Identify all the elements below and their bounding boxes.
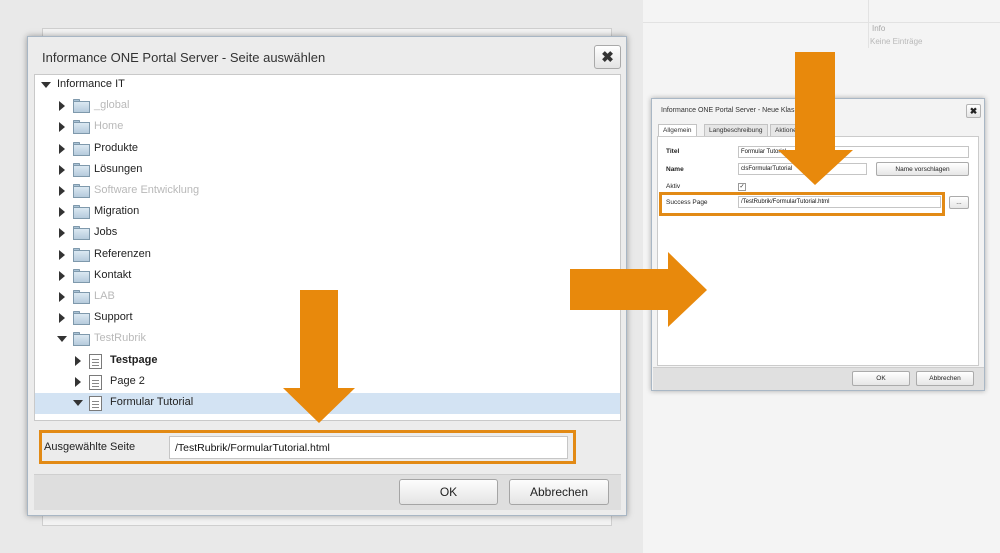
expand-arrow-icon[interactable] bbox=[59, 143, 65, 154]
aktiv-checkbox[interactable]: ✓ bbox=[738, 183, 746, 191]
grid-divider bbox=[868, 0, 869, 48]
expand-arrow-icon[interactable] bbox=[59, 249, 65, 260]
close-icon: ✖ bbox=[601, 49, 614, 66]
close-button[interactable]: ✖ bbox=[594, 45, 621, 69]
dialog-title: Informance ONE Portal Server - Seite aus… bbox=[42, 50, 326, 65]
tree-item-label: TestRubrik bbox=[94, 332, 146, 345]
empty-list-message: Keine Einträge bbox=[870, 37, 923, 46]
folder-icon bbox=[73, 184, 90, 198]
tree-item-label: Lösungen bbox=[94, 162, 143, 175]
expand-arrow-icon[interactable] bbox=[59, 270, 65, 281]
browse-button[interactable]: ... bbox=[949, 196, 969, 209]
folder-icon bbox=[73, 268, 90, 283]
select-page-dialog: Informance ONE Portal Server - Seite aus… bbox=[27, 36, 627, 516]
expand-arrow-icon[interactable] bbox=[59, 186, 65, 196]
folder-icon bbox=[73, 141, 90, 156]
tree-item-label: Informance IT bbox=[57, 78, 125, 90]
titel-label: Titel bbox=[666, 148, 680, 155]
cancel-button[interactable]: Abbrechen bbox=[916, 371, 974, 386]
ok-button[interactable]: OK bbox=[399, 479, 498, 505]
tree-item-label: Produkte bbox=[94, 141, 139, 154]
tree-item-label: Formular Tutorial bbox=[110, 396, 194, 408]
expand-arrow-icon[interactable] bbox=[59, 164, 65, 175]
expand-arrow-icon[interactable] bbox=[59, 207, 65, 218]
tree-item[interactable]: Jobs bbox=[35, 223, 620, 244]
collapse-arrow-icon[interactable] bbox=[57, 336, 67, 343]
tree-item[interactable]: Referenzen bbox=[35, 245, 620, 266]
folder-icon bbox=[73, 205, 90, 220]
folder-icon bbox=[73, 99, 90, 114]
down-arrow-icon bbox=[283, 290, 355, 423]
expand-arrow-icon[interactable] bbox=[59, 122, 65, 133]
column-header-info: Info bbox=[872, 24, 886, 33]
grid-divider bbox=[643, 22, 1000, 23]
highlight-box bbox=[659, 192, 945, 216]
tree-item-label: Referenzen bbox=[94, 247, 151, 260]
expand-arrow-icon[interactable] bbox=[75, 376, 81, 387]
tree-item-label: Support bbox=[94, 311, 133, 324]
tree-item[interactable]: Informance IT bbox=[35, 75, 620, 96]
tree-item-label: Testpage bbox=[110, 353, 158, 366]
folder-icon bbox=[73, 226, 90, 241]
tree-item-label: LAB bbox=[94, 290, 115, 302]
expand-arrow-icon[interactable] bbox=[59, 313, 65, 324]
page-icon bbox=[89, 396, 102, 411]
close-icon: ✖ bbox=[969, 105, 978, 116]
highlight-box bbox=[39, 430, 576, 464]
expand-arrow-icon[interactable] bbox=[75, 355, 81, 366]
tree-item-label: _global bbox=[94, 99, 130, 112]
down-arrow-icon bbox=[778, 52, 853, 185]
folder-icon bbox=[73, 162, 90, 177]
ok-button[interactable]: OK bbox=[852, 371, 910, 386]
folder-icon bbox=[73, 120, 90, 135]
tree-item[interactable]: Produkte bbox=[35, 139, 620, 160]
tree-item[interactable]: Kontakt bbox=[35, 266, 620, 287]
aktiv-label: Aktiv bbox=[666, 183, 681, 190]
tree-item-label: Home bbox=[94, 120, 124, 133]
collapse-arrow-icon[interactable] bbox=[41, 82, 51, 88]
suggest-name-button[interactable]: Name vorschlagen bbox=[876, 162, 969, 176]
folder-icon bbox=[73, 290, 90, 304]
cancel-button[interactable]: Abbrechen bbox=[509, 479, 609, 505]
name-label: Name bbox=[666, 166, 684, 173]
tree-item-label: Software Entwicklung bbox=[94, 184, 200, 196]
tree-item-label: Jobs bbox=[94, 226, 118, 239]
folder-icon bbox=[73, 247, 90, 262]
expand-arrow-icon[interactable] bbox=[59, 101, 65, 112]
tree-item[interactable]: Home bbox=[35, 117, 620, 138]
tree-item[interactable]: Migration bbox=[35, 202, 620, 223]
expand-arrow-icon[interactable] bbox=[59, 292, 65, 302]
tree-item[interactable]: Software Entwicklung bbox=[35, 181, 620, 202]
tree-item[interactable]: _global bbox=[35, 96, 620, 117]
page-icon bbox=[89, 374, 102, 390]
folder-icon bbox=[73, 332, 90, 347]
page-icon bbox=[89, 353, 102, 369]
close-button[interactable]: ✖ bbox=[966, 104, 981, 118]
folder-icon bbox=[73, 311, 90, 326]
dialog-title: Informance ONE Portal Server - Neue Klas bbox=[661, 107, 795, 114]
right-arrow-icon bbox=[570, 252, 707, 327]
tree-item-label: Page 2 bbox=[110, 374, 145, 387]
tree-item[interactable]: Lösungen bbox=[35, 160, 620, 181]
expand-arrow-icon[interactable] bbox=[59, 228, 65, 239]
tree-item-label: Kontakt bbox=[94, 268, 132, 281]
collapse-arrow-icon[interactable] bbox=[73, 400, 83, 406]
tab-langbeschreibung[interactable]: Langbeschreibung bbox=[704, 124, 768, 136]
tree-item-label: Migration bbox=[94, 205, 140, 218]
